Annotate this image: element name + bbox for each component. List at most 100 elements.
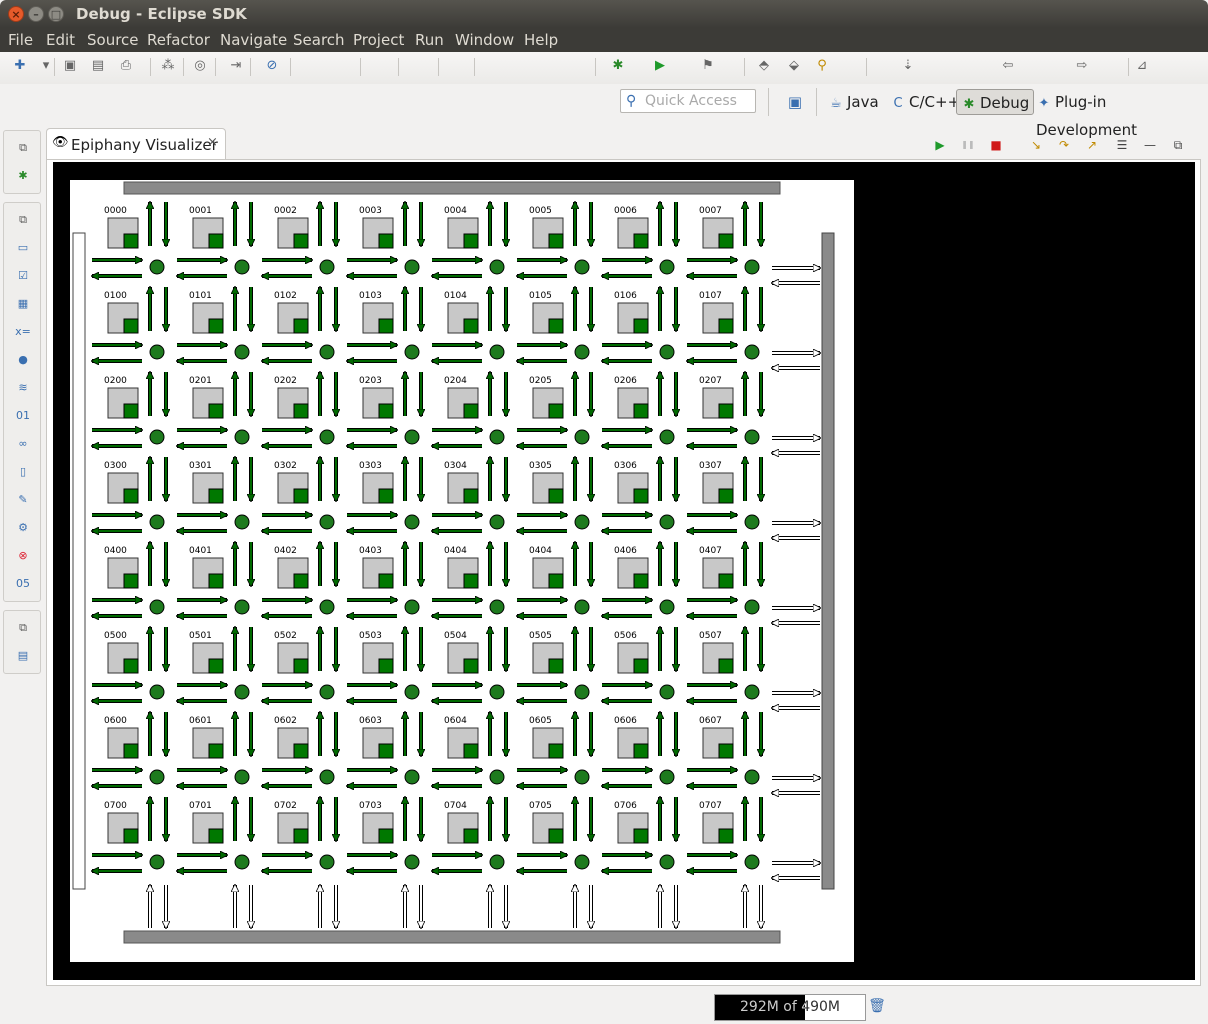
suspend-icon[interactable]: ❚❚ <box>960 137 976 153</box>
toolbar-separator <box>438 58 439 76</box>
perspective-plug-in-development[interactable]: ✦ Plug-in Development <box>1036 89 1208 139</box>
heap-status[interactable]: 292M of 490M <box>714 994 866 1021</box>
tab-label: Epiphany Visualizer <box>71 136 218 154</box>
restore-icon[interactable]: ⧉ <box>14 619 32 637</box>
restore-icon[interactable]: ⧉ <box>14 211 32 229</box>
restore-icon[interactable]: ⧉ <box>14 139 32 157</box>
core-activity-indicator <box>718 658 734 674</box>
core-label: 0501 <box>189 631 212 641</box>
toolbar-separator <box>595 58 596 76</box>
minimize-window-button[interactable]: – <box>28 6 44 22</box>
minimize-icon[interactable]: — <box>1142 137 1158 153</box>
step-return-icon[interactable]: ↗ <box>1084 137 1100 153</box>
core-label: 0303 <box>359 461 382 471</box>
core-label: 0400 <box>104 546 127 556</box>
tab-epiphany-visualizer[interactable]: 👁 Epiphany Visualizer × <box>46 128 226 160</box>
quick-access-input[interactable]: ⚲ Quick Access <box>620 89 756 113</box>
outline-icon[interactable]: ▤ <box>14 647 32 665</box>
core-activity-indicator <box>633 318 649 334</box>
save-icon[interactable]: ▣ <box>62 58 78 74</box>
menu-search[interactable]: Search <box>293 31 345 49</box>
perspective-c-c-[interactable]: C C/C++ <box>890 89 960 115</box>
trash-icon[interactable]: 🗑 <box>868 998 886 1018</box>
open-task-icon[interactable]: ⬙ <box>786 58 802 74</box>
pin-icon[interactable]: ⊿ <box>1134 58 1150 74</box>
core-label: 0507 <box>699 631 722 641</box>
step-filter-icon[interactable]: ⇥ <box>228 58 244 74</box>
run-icon[interactable]: ▶ <box>652 58 668 74</box>
target-icon[interactable]: ◎ <box>192 58 208 74</box>
binary-icon[interactable]: ⁂ <box>160 58 176 74</box>
os-resources-icon[interactable]: 05 <box>14 575 32 593</box>
variables-icon[interactable]: x= <box>14 323 32 341</box>
save-all-icon[interactable]: ▤ <box>90 58 106 74</box>
skip-breakpoints-icon[interactable]: ⊘ <box>264 58 280 74</box>
menu-source[interactable]: Source <box>87 31 139 49</box>
debug-view-icon[interactable]: ✱ <box>14 167 32 185</box>
core-activity-indicator <box>548 743 564 759</box>
router-node <box>489 259 505 275</box>
plugin-perspective-icon: ✦ <box>1038 96 1050 111</box>
core-label: 0704 <box>444 801 467 811</box>
menu-run[interactable]: Run <box>415 31 444 49</box>
trim-stack: ⧉ ✱ <box>3 130 41 194</box>
back-icon[interactable]: ⇦ <box>1000 58 1016 74</box>
resume-icon[interactable]: ▶ <box>932 137 948 153</box>
perspective-java[interactable]: ☕ Java <box>828 89 879 115</box>
debug-perspective-icon: ✱ <box>963 97 975 112</box>
terminate-icon[interactable]: ■ <box>988 137 1004 153</box>
menu-refactor[interactable]: Refactor <box>147 31 210 49</box>
debug-icon[interactable]: ✱ <box>610 58 626 74</box>
close-tab-icon[interactable]: × <box>207 135 218 150</box>
core-label: 0607 <box>699 716 722 726</box>
menu-file[interactable]: File <box>8 31 33 49</box>
console-icon[interactable]: ▭ <box>14 239 32 257</box>
core-activity-indicator <box>208 488 224 504</box>
step-over-icon[interactable]: ↷ <box>1056 137 1072 153</box>
south-edge-bar <box>123 930 781 944</box>
open-perspective-icon[interactable]: ▣ <box>784 89 806 115</box>
breakpoints-icon[interactable]: ● <box>14 351 32 369</box>
core-activity-indicator <box>208 743 224 759</box>
print-icon[interactable]: ⎙ <box>118 58 134 74</box>
step-into-icon[interactable]: ↘ <box>1028 137 1044 153</box>
router-node <box>404 684 420 700</box>
view-menu-icon[interactable]: ☰ <box>1114 137 1130 153</box>
menu-navigate[interactable]: Navigate <box>220 31 287 49</box>
registers-icon[interactable]: ∞ <box>14 435 32 453</box>
signals-icon[interactable]: ✎ <box>14 491 32 509</box>
core-activity-indicator <box>378 658 394 674</box>
tasks-icon[interactable]: ☑ <box>14 267 32 285</box>
disassembly-icon[interactable]: ▯ <box>14 463 32 481</box>
menu-edit[interactable]: Edit <box>46 31 75 49</box>
core-label: 0205 <box>529 376 552 386</box>
core-activity-indicator <box>378 828 394 844</box>
menu-window[interactable]: Window <box>455 31 514 49</box>
memory-icon[interactable]: 01 <box>14 407 32 425</box>
router-node <box>234 429 250 445</box>
maximize-window-button[interactable]: □ <box>48 6 64 22</box>
open-type-icon[interactable]: ⬘ <box>756 58 772 74</box>
core-label: 0202 <box>274 376 297 386</box>
router-node <box>234 344 250 360</box>
problems-icon[interactable]: ⊗ <box>14 547 32 565</box>
core-label: 0305 <box>529 461 552 471</box>
expressions-icon[interactable]: ≋ <box>14 379 32 397</box>
core-label: 0105 <box>529 291 552 301</box>
search-icon[interactable]: ⚲ <box>814 58 830 74</box>
menu-help[interactable]: Help <box>524 31 558 49</box>
menu-project[interactable]: Project <box>353 31 404 49</box>
epiphany-mesh-diagram: 0000 0001 0002 0003 0004 0005 0006 0007 0100 0101… <box>70 180 854 962</box>
core-activity-indicator <box>123 573 139 589</box>
close-window-button[interactable]: × <box>8 6 24 22</box>
dropdown-icon[interactable]: ▾ <box>38 58 54 74</box>
modules-icon[interactable]: ▦ <box>14 295 32 313</box>
new-wizard-icon[interactable]: ✚ <box>12 58 28 74</box>
perspective-debug[interactable]: ✱ Debug <box>956 89 1035 115</box>
executables-icon[interactable]: ⚙ <box>14 519 32 537</box>
external-tools-icon[interactable]: ⚑ <box>700 58 716 74</box>
core-activity-indicator <box>548 403 564 419</box>
maximize-icon[interactable]: ⧉ <box>1170 137 1186 153</box>
forward-icon[interactable]: ⇨ <box>1074 58 1090 74</box>
next-annotation-icon[interactable]: ⇣ <box>900 58 916 74</box>
